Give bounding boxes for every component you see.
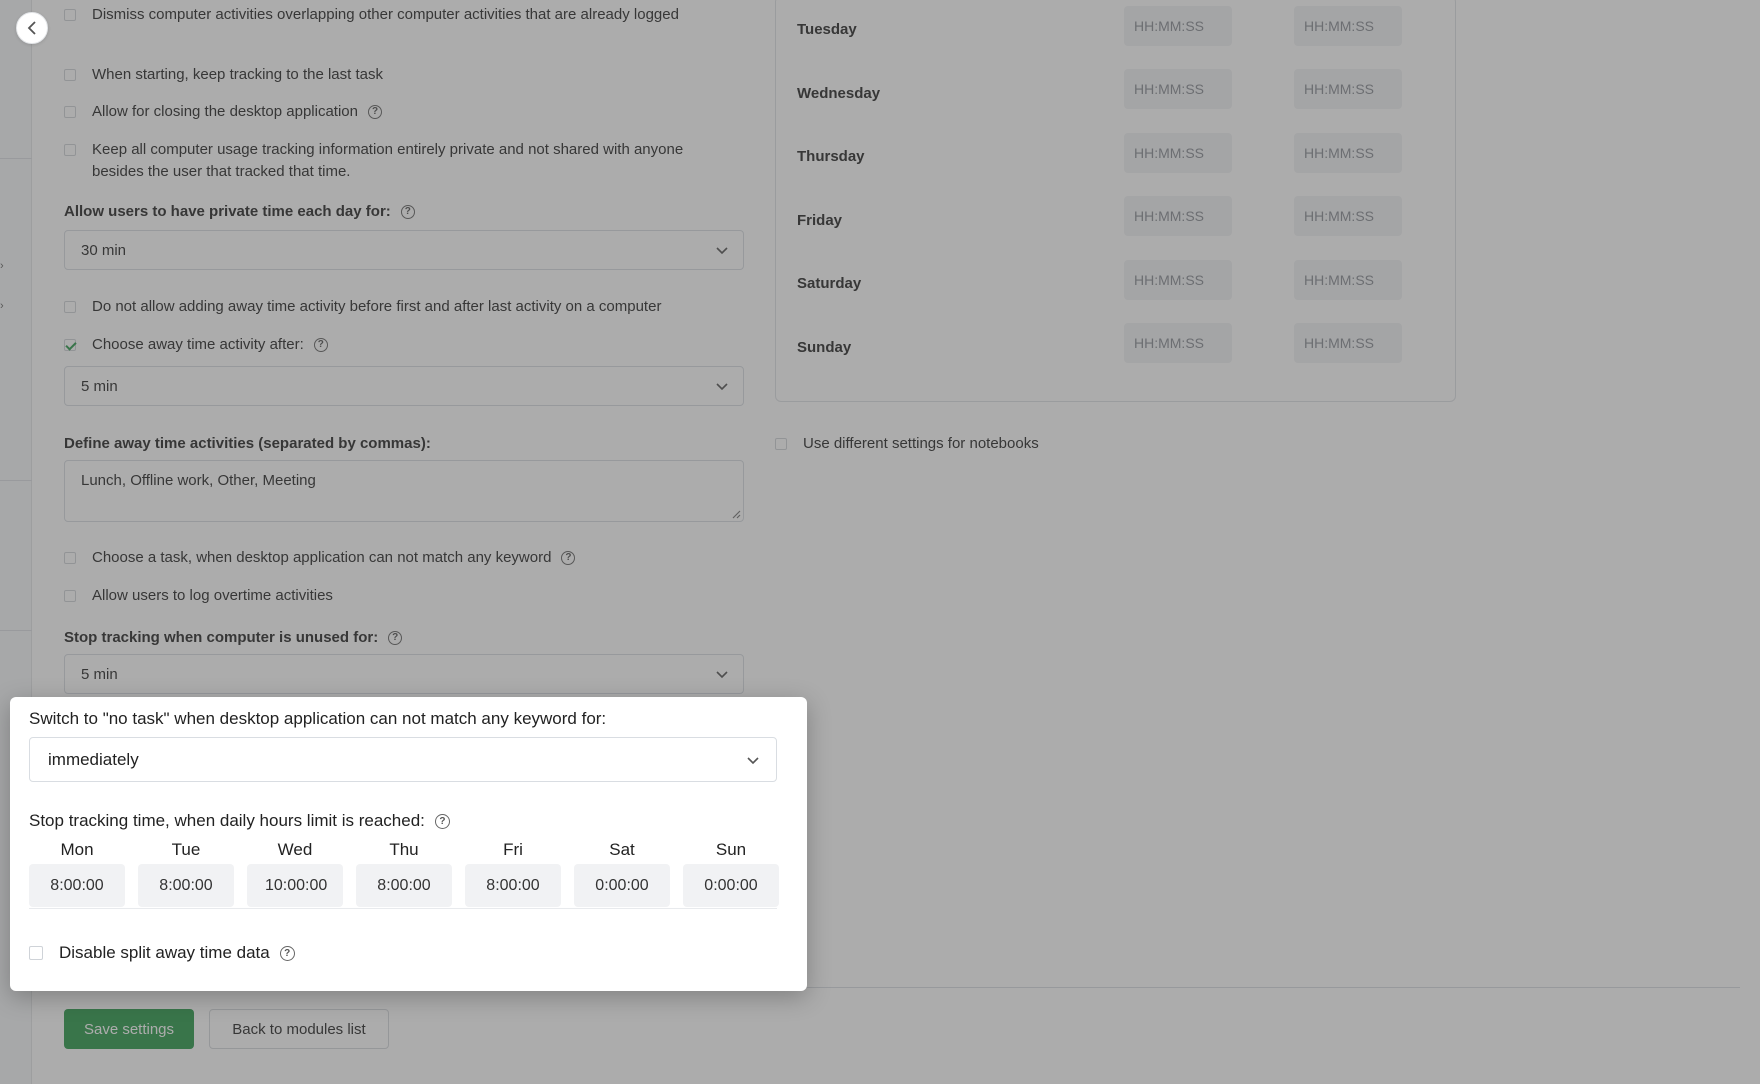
daily-limit-input-mon[interactable]: 8:00:00 — [29, 864, 125, 907]
label-text: Stop tracking time, when daily hours lim… — [29, 811, 425, 830]
day-header-fri: Fri — [503, 840, 523, 859]
help-icon[interactable]: ? — [279, 945, 295, 961]
chevron-down-icon — [747, 757, 759, 765]
no-task-label: Switch to "no task" when desktop applica… — [29, 709, 607, 728]
highlighted-settings-card: Switch to "no task" when desktop applica… — [10, 697, 807, 991]
daily-limit-input-fri[interactable]: 8:00:00 — [465, 864, 561, 907]
chevron-left-icon — [27, 21, 36, 35]
day-header-sat: Sat — [609, 840, 635, 859]
day-header-thu: Thu — [389, 840, 419, 859]
day-header-tue: Tue — [171, 840, 201, 859]
collapse-sidebar-button[interactable] — [16, 12, 48, 44]
daily-limit-input-thu[interactable]: 8:00:00 — [356, 864, 452, 907]
day-header-mon: Mon — [60, 840, 94, 859]
daily-limit-input-sat[interactable]: 0:00:00 — [574, 864, 670, 907]
daily-limit-label: Stop tracking time, when daily hours lim… — [29, 811, 450, 831]
help-icon[interactable]: ? — [434, 813, 450, 829]
option-label: Disable split away time data — [59, 943, 270, 962]
day-header-wed: Wed — [277, 840, 313, 859]
select-value: immediately — [48, 749, 139, 769]
day-header-sun: Sun — [715, 840, 747, 859]
checkbox[interactable] — [29, 946, 43, 960]
card-divider — [29, 908, 777, 909]
no-task-select[interactable]: immediately — [29, 737, 777, 782]
daily-limit-input-wed[interactable]: 10:00:00 — [247, 864, 343, 907]
daily-limit-input-tue[interactable]: 8:00:00 — [138, 864, 234, 907]
daily-limit-input-sun[interactable]: 0:00:00 — [683, 864, 779, 907]
option-disable-split-away[interactable]: Disable split away time data ? — [29, 943, 295, 963]
